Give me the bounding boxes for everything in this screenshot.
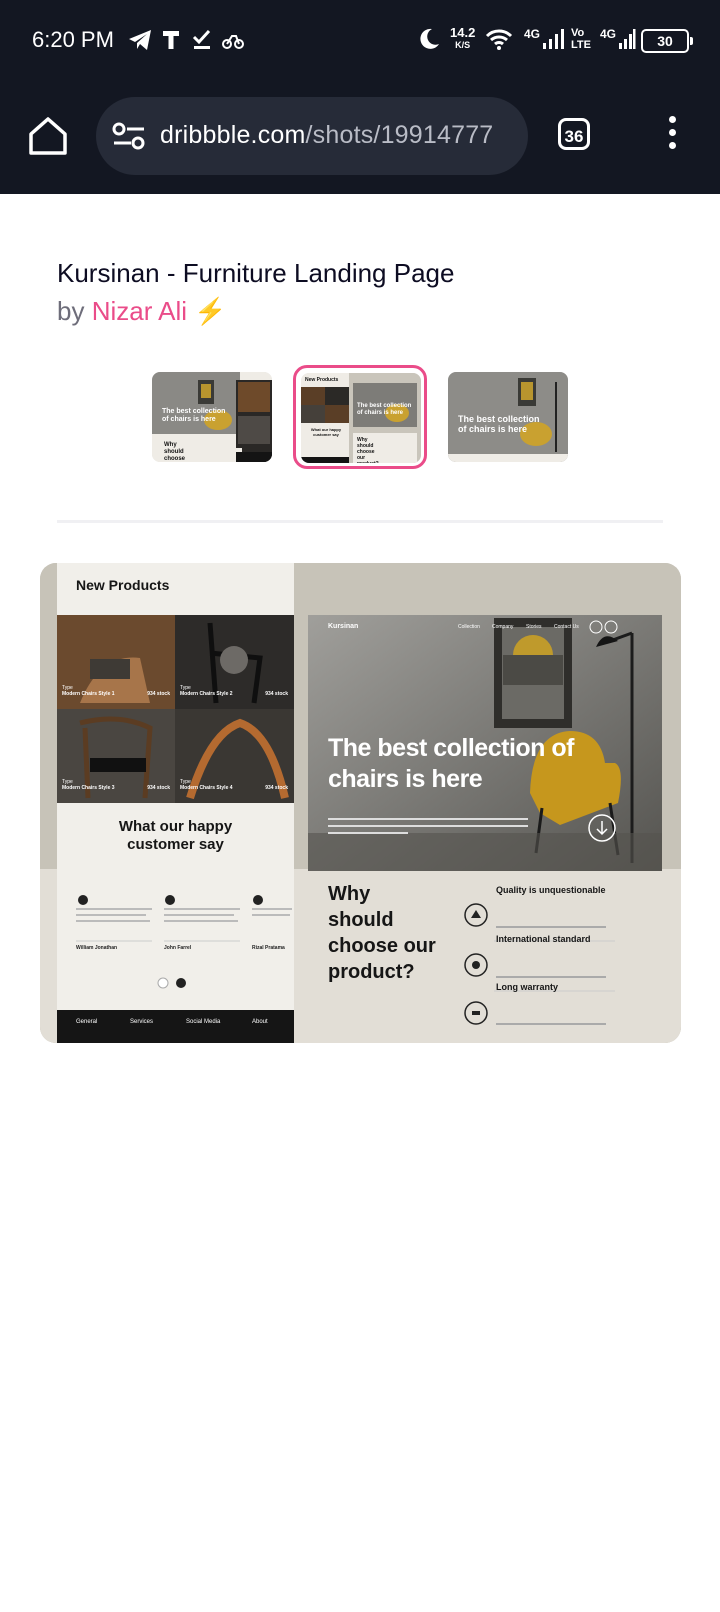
- thumb2-heading: The best collection of chairs is here: [357, 403, 412, 416]
- url-text[interactable]: dribbble.com/shots/19914777: [160, 121, 493, 150]
- testimonial-heading: What our happy customer say: [118, 818, 233, 853]
- telegram-icon: [129, 30, 151, 50]
- sim2-label: 4G: [600, 27, 617, 41]
- browser-chrome: 6:20 PM 14.2 K/S 4G Vo LTE 4G 30 dribbble…: [0, 0, 720, 194]
- feature-title: Quality is unquestionable: [496, 885, 606, 895]
- thumb2-happy: What our happy customer say: [310, 427, 342, 437]
- thumb1-why: Why should choose our: [164, 442, 186, 462]
- tab-switcher-button[interactable]: 36: [558, 118, 590, 150]
- shot-title: Kursinan - Furniture Landing Page: [57, 258, 455, 288]
- byline: by Nizar Ali ⚡: [57, 296, 227, 326]
- preview-hero-heading: The best collection of chairs is here: [328, 734, 574, 793]
- preview-why-heading: Why should choose our product?: [328, 883, 436, 983]
- delivery-icon: [222, 35, 244, 49]
- author-badge: ⚡: [194, 296, 227, 326]
- sim1-label: 4G: [524, 27, 541, 41]
- more-menu-icon[interactable]: [664, 116, 680, 156]
- reviewer-name: Rizal Pratama: [252, 945, 285, 951]
- thumb2-why: Why should choose our product?: [357, 437, 379, 463]
- signal-icon: [543, 29, 564, 49]
- signal2-icon: [619, 29, 636, 49]
- product-card: Type Modern Chairs Style 1 934 stock: [62, 685, 170, 697]
- reviewer-name: John Farrel: [164, 945, 192, 951]
- product-card: Type Modern Chairs Style 3 934 stock: [62, 779, 170, 791]
- reviewer-name: William Jonathan: [76, 945, 118, 951]
- thumbnail-2-selected[interactable]: New Products The best collection of chai…: [293, 365, 427, 469]
- preview-brand: Kursinan: [328, 623, 359, 630]
- product-card: Type Modern Chairs Style 4 934 stock: [180, 779, 288, 791]
- site-settings-icon[interactable]: [112, 121, 146, 151]
- thumb3-heading: The best collection of chairs is here: [458, 414, 540, 434]
- thumb2-title: New Products: [305, 377, 339, 383]
- thumbnail-1[interactable]: The best collection of chairs is here Wh…: [152, 372, 272, 462]
- author-link[interactable]: Nizar Ali: [92, 296, 187, 326]
- thumbnail-2[interactable]: New Products The best collection of chai…: [301, 373, 421, 463]
- thumbnail-3[interactable]: The best collection of chairs is here: [448, 372, 568, 462]
- t-app-icon: [163, 31, 179, 49]
- preview-new-products: New Products: [76, 577, 170, 593]
- thumb1-heading: The best collection of chairs is here: [162, 408, 226, 423]
- address-bar[interactable]: dribbble.com/shots/19914777: [96, 97, 528, 175]
- status-bar: 6:20 PM 14.2 K/S 4G Vo LTE 4G 30: [0, 0, 720, 80]
- moon-icon: [420, 28, 439, 49]
- net-speed: 14.2 K/S: [450, 25, 476, 50]
- feature-title: International standard: [496, 934, 591, 944]
- shot-preview-image[interactable]: New Products Type Modern Chairs Style 19…: [40, 563, 681, 1043]
- feature-title: Long warranty: [496, 982, 559, 992]
- battery-indicator: 30: [641, 29, 693, 53]
- status-time: 6:20 PM: [32, 27, 114, 52]
- wifi-icon: [485, 29, 513, 50]
- product-card: Type Modern Chairs Style 2 934 stock: [180, 685, 288, 697]
- home-icon[interactable]: [26, 114, 70, 158]
- section-divider: [57, 520, 663, 523]
- task-check-icon: [192, 29, 211, 49]
- volte-label: Vo LTE: [571, 27, 591, 51]
